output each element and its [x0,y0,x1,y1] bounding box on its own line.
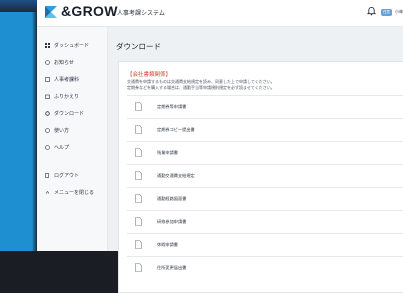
sidebar-item-label: お知らせ [54,60,74,66]
sidebar-item-label: ダッシュボード [54,43,90,49]
document-icon [135,102,142,111]
list-item[interactable]: 定期券コピー提出書 [127,118,403,141]
list-item[interactable]: 通勤経路図面書 [127,187,403,210]
list-item[interactable]: 残業申請書 [127,141,403,164]
sidebar-item-notices[interactable]: お知らせ [45,59,74,66]
app-window: &GROW 人事考課システム 任意 小林 ダッシュボード お知らせ 人事考課科 … [37,0,403,293]
main-content: ダウンロード 【会社書類関係】 交通費を申請するものは交通費支給規定を読み、同意… [108,27,403,293]
close-menu-icon [45,191,50,194]
document-icon [135,263,142,272]
document-link[interactable]: 住所変更届出書 [157,265,186,271]
document-list: 定期券等申請書 定期券コピー提出書 残業申請書 通勤交通費支給規定 通勤経路図面… [127,95,403,279]
sidebar-item-label: ヘルプ [54,145,70,151]
logo-icon [45,6,57,18]
sidebar-item-logout[interactable]: ログアウト [45,172,79,179]
sidebar-item-review[interactable]: ふりかえり [45,93,79,100]
sidebar-item-label: メニューを閉じる [54,190,95,196]
document-link[interactable]: 定期券コピー提出書 [157,127,195,133]
help-icon [45,145,50,150]
document-link[interactable]: 残業申請書 [157,150,178,156]
document-link[interactable]: 定期券等申請書 [157,104,186,110]
document-link[interactable]: 研修参加申請書 [157,219,186,225]
help-icon [45,128,50,133]
brand-name: &GROW [61,3,118,19]
list-item[interactable]: 通勤交通費支給規定 [127,164,403,187]
user-name[interactable]: 小林 [395,9,403,15]
bell-icon[interactable] [367,6,376,16]
logout-icon [45,173,49,178]
calendar-icon [45,94,50,99]
sidebar-item-usage[interactable]: 使い方 [45,127,69,134]
list-item[interactable]: 住所変更届出書 [127,256,403,279]
document-icon [135,217,142,226]
info-icon [45,60,50,65]
document-icon [135,125,142,134]
sidebar-item-help[interactable]: ヘルプ [45,144,69,151]
section-title: 【会社書類関係】 [127,72,172,78]
sidebar-item-download[interactable]: ダウンロード [45,110,84,117]
sidebar-item-label: 人事考課科 [54,77,80,83]
sidebar-item-dashboard[interactable]: ダッシュボード [45,42,89,49]
gear-icon [45,111,50,116]
grid-icon [45,43,50,48]
document-icon [135,194,142,203]
sidebar-item-label: ログアウト [54,173,80,179]
document-icon [135,171,142,180]
document-icon [135,148,142,157]
sidebar-item-close-menu[interactable]: メニューを閉じる [45,189,94,196]
section-description: 定期券などを購入する場合は、通勤手当等申請規則規定を必ず読ませてください。 [127,85,275,90]
list-item[interactable]: 休暇申請書 [127,233,403,256]
list-item[interactable]: 研修参加申請書 [127,210,403,233]
sidebar-item-hr-evaluation[interactable]: 人事考課科 [45,76,79,83]
status-badge: 任意 [381,9,392,16]
page-title: ダウンロード [116,42,161,51]
sidebar: ダッシュボード お知らせ 人事考課科 ふりかえり ダウンロード 使い方 ヘルプ … [37,27,108,251]
list-item[interactable]: 定期券等申請書 [127,95,403,118]
sidebar-item-label: 使い方 [54,128,70,134]
brand-subtitle: 人事考課システム [117,10,165,17]
download-card: 【会社書類関係】 交通費を申請するものは交通費支給規定を読み、同意した上で申請し… [118,61,403,293]
document-icon [135,240,142,249]
header-bar: &GROW 人事考課システム 任意 小林 [37,0,403,27]
sidebar-item-label: ダウンロード [54,111,85,117]
sidebar-item-label: ふりかえり [54,94,80,100]
document-link[interactable]: 休暇申請書 [157,242,178,248]
person-icon [45,77,50,82]
document-link[interactable]: 通勤経路図面書 [157,196,186,202]
document-link[interactable]: 通勤交通費支給規定 [157,173,195,179]
